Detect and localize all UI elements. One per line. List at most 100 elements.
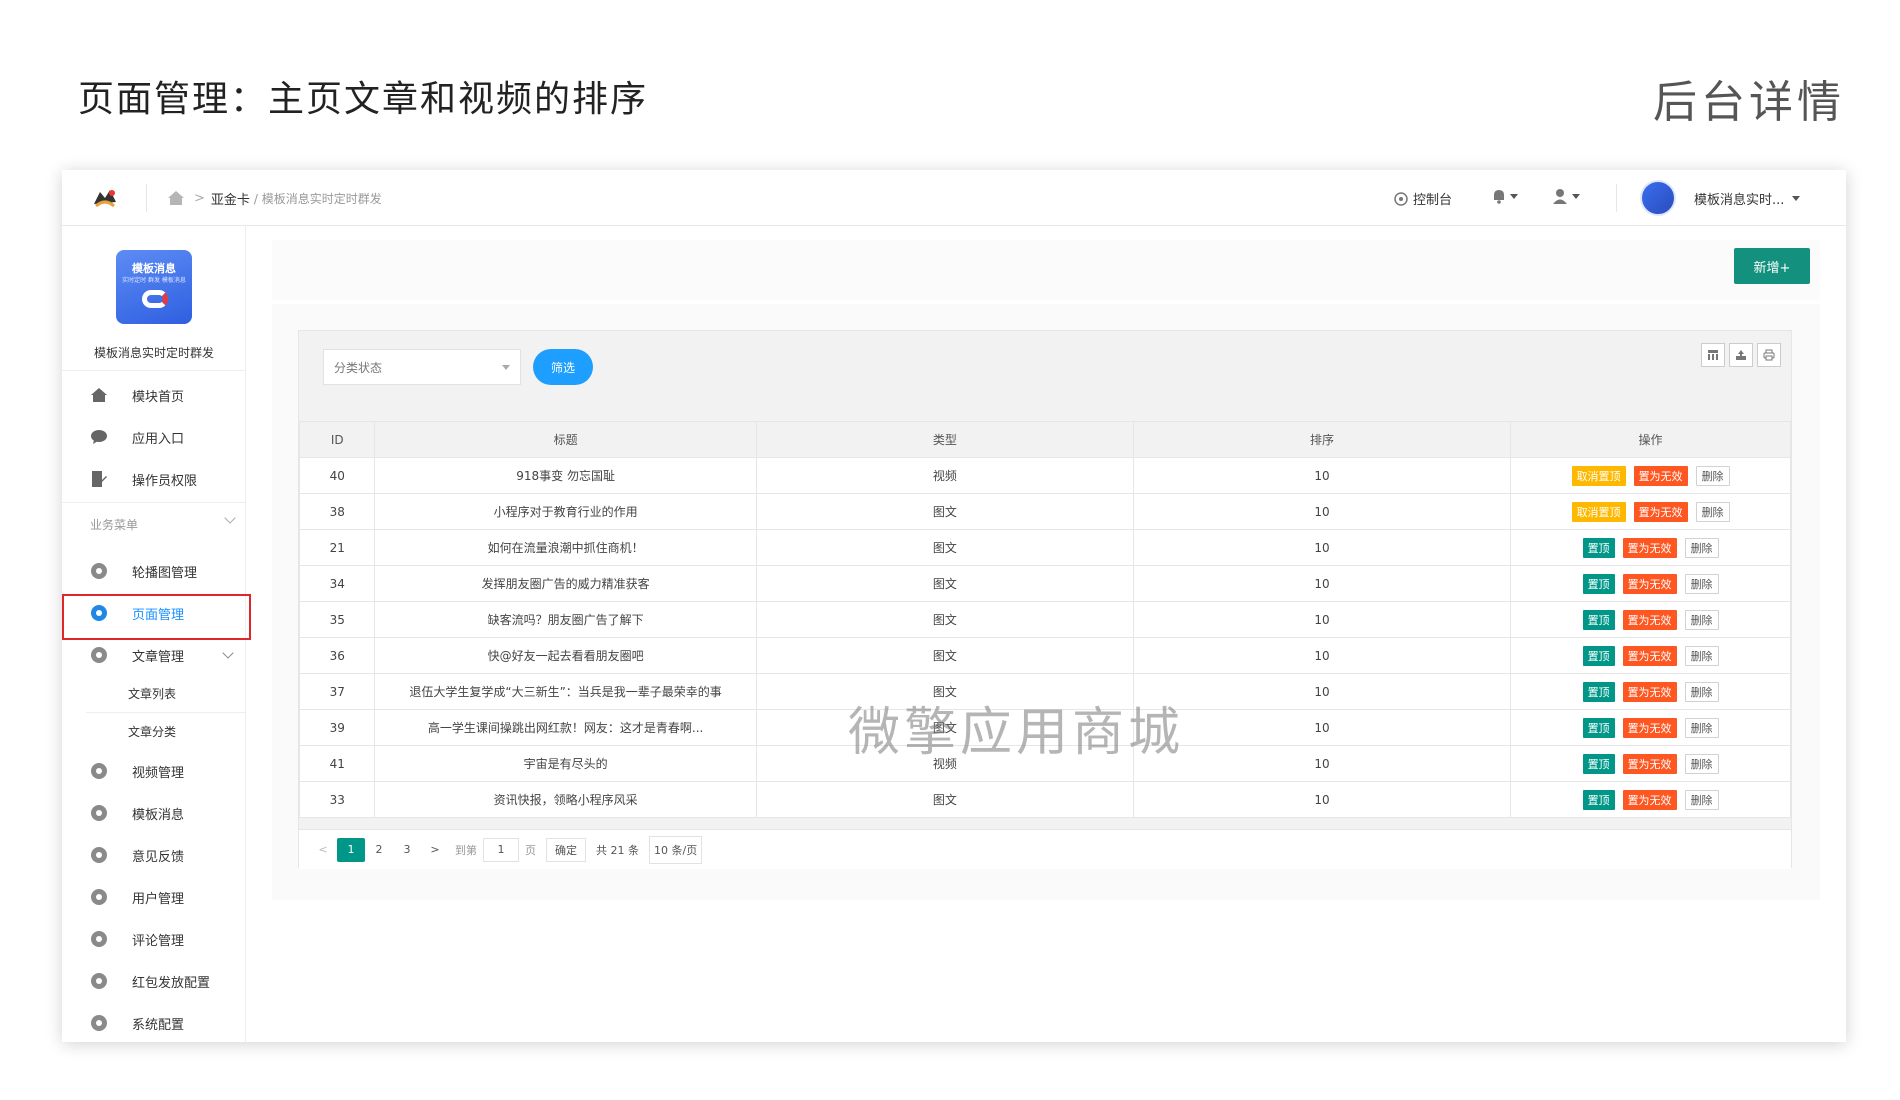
prev-page-button[interactable]: < (309, 838, 337, 862)
sidebar-item-label: 视频管理 (132, 765, 185, 781)
delete-button[interactable]: 删除 (1695, 465, 1730, 486)
sidebar-item-user-management[interactable]: 用户管理 (62, 876, 246, 918)
delete-button[interactable]: 删除 (1684, 609, 1719, 630)
home-icon[interactable] (166, 188, 186, 208)
set-invalid-button[interactable]: 置为无效 (1622, 537, 1677, 558)
doc-edit-icon (90, 470, 108, 488)
unpin-button[interactable]: 取消置顶 (1571, 501, 1626, 522)
set-invalid-button[interactable]: 置为无效 (1622, 609, 1677, 630)
console-link[interactable]: 控制台 (1394, 189, 1452, 208)
sidebar-item-carousel[interactable]: 轮播图管理 (62, 550, 246, 592)
sidebar-item-article-management[interactable]: 文章管理 (62, 634, 246, 676)
cell-id: 40 (298, 457, 376, 494)
set-invalid-button[interactable]: 置为无效 (1622, 753, 1677, 774)
page-size-select[interactable]: 10 条/页 (649, 835, 703, 864)
notification-menu[interactable] (1492, 188, 1518, 204)
export-icon[interactable] (1729, 343, 1753, 367)
goto-page-input[interactable]: 1 (483, 837, 519, 862)
delete-button[interactable]: 删除 (1684, 573, 1719, 594)
unpin-button[interactable]: 取消置顶 (1571, 465, 1626, 486)
cell-type: 图文 (755, 601, 1134, 638)
column-header[interactable]: 类型 (755, 421, 1134, 458)
sidebar-item-feedback[interactable]: 意见反馈 (62, 834, 246, 876)
account-name: 模板消息实时... (1694, 193, 1785, 208)
cell-actions: 置顶 置为无效 删除 (1510, 781, 1791, 818)
set-invalid-button[interactable]: 置为无效 (1622, 681, 1677, 702)
column-header[interactable]: ID (298, 421, 376, 458)
pin-button[interactable]: 置顶 (1582, 573, 1615, 594)
chevron-down-icon (502, 365, 510, 370)
set-invalid-button[interactable]: 置为无效 (1622, 717, 1677, 738)
sidebar-item-video-management[interactable]: 视频管理 (62, 750, 246, 792)
sidebar-item-label: 系统配置 (132, 1017, 185, 1033)
sidebar-item-template-message[interactable]: 模板消息 (62, 792, 246, 834)
page-button-1[interactable]: 1 (337, 837, 365, 862)
pin-button[interactable]: 置顶 (1582, 789, 1615, 810)
sidebar-item-system-config[interactable]: 系统配置 (62, 1002, 246, 1042)
table-header-row: ID 标题 类型 排序 操作 (298, 421, 1791, 458)
avatar[interactable] (1640, 180, 1676, 216)
delete-button[interactable]: 删除 (1684, 753, 1719, 774)
app-icon-subtitle: 实时定时 群发 模板消息 (122, 277, 186, 284)
breadcrumb-main[interactable]: 亚金卡 (211, 189, 250, 208)
chevron-down-icon (1572, 193, 1580, 199)
delete-button[interactable]: 删除 (1684, 717, 1719, 738)
sidebar-item-operator-permissions[interactable]: 操作员权限 (62, 458, 246, 500)
sidebar-item-red-packet-config[interactable]: 红包发放配置 (62, 960, 246, 1002)
user-menu[interactable] (1552, 188, 1580, 204)
sidebar-item-article-list[interactable]: 文章列表 (62, 672, 246, 714)
cell-type: 视频 (755, 745, 1134, 782)
set-invalid-button[interactable]: 置为无效 (1633, 501, 1688, 522)
filter-button[interactable]: 筛选 (533, 349, 593, 385)
set-invalid-button[interactable]: 置为无效 (1622, 645, 1677, 666)
cell-title: 资讯快报，领略小程序风采 (374, 781, 757, 818)
confirm-button[interactable]: 确定 (546, 837, 586, 862)
pin-button[interactable]: 置顶 (1582, 609, 1615, 630)
account-menu[interactable]: 模板消息实时... (1694, 189, 1801, 208)
set-invalid-button[interactable]: 置为无效 (1622, 573, 1677, 594)
cell-sort: 10 (1132, 457, 1512, 494)
page-button-3[interactable]: 3 (393, 838, 421, 862)
sidebar-item-label: 操作员权限 (132, 473, 198, 489)
pin-button[interactable]: 置顶 (1582, 681, 1615, 702)
category-status-select[interactable]: 分类状态 (323, 349, 521, 385)
column-header[interactable]: 标题 (374, 421, 757, 458)
delete-button[interactable]: 删除 (1695, 501, 1730, 522)
column-header[interactable]: 操作 (1510, 421, 1791, 458)
goto-label: 到第 (455, 843, 477, 857)
delete-button[interactable]: 删除 (1684, 537, 1719, 558)
page-button-2[interactable]: 2 (365, 838, 393, 862)
logo-icon[interactable] (90, 184, 120, 212)
breadcrumb: > 亚金卡 / 模板消息实时定时群发 (194, 189, 382, 208)
sidebar-item-comment-management[interactable]: 评论管理 (62, 918, 246, 960)
chevron-down-icon (222, 647, 234, 659)
column-header[interactable]: 排序 (1132, 421, 1512, 458)
chevron-down-icon[interactable] (224, 512, 236, 524)
sidebar-item-module-home[interactable]: 模块首页 (62, 374, 246, 416)
add-button[interactable]: 新增+ (1734, 248, 1810, 284)
sidebar-item-label: 文章管理 (132, 649, 185, 665)
content-card: 分类状态 筛选 ID 标题 类型 排序 操作 40 918事变 勿忘国耻 视频 … (272, 304, 1820, 900)
highlight-box (62, 594, 251, 640)
delete-button[interactable]: 删除 (1684, 645, 1719, 666)
delete-button[interactable]: 删除 (1684, 789, 1719, 810)
set-invalid-button[interactable]: 置为无效 (1622, 789, 1677, 810)
cell-title: 快@好友一起去看看朋友圈吧 (374, 637, 757, 674)
columns-icon[interactable] (1701, 343, 1725, 367)
print-icon[interactable] (1757, 343, 1781, 367)
cell-actions: 置顶 置为无效 删除 (1510, 601, 1791, 638)
home-icon (90, 386, 108, 404)
set-invalid-button[interactable]: 置为无效 (1633, 465, 1688, 486)
sidebar-item-app-entry[interactable]: 应用入口 (62, 416, 246, 458)
sidebar-item-label: 模板消息 (132, 807, 185, 823)
pin-button[interactable]: 置顶 (1582, 753, 1615, 774)
delete-button[interactable]: 删除 (1684, 681, 1719, 702)
cell-type: 视频 (755, 457, 1134, 494)
pin-button[interactable]: 置顶 (1582, 645, 1615, 666)
sidebar-item-article-category[interactable]: 文章分类 (62, 710, 246, 752)
pin-button[interactable]: 置顶 (1582, 537, 1615, 558)
pin-button[interactable]: 置顶 (1582, 717, 1615, 738)
next-page-button[interactable]: > (421, 838, 449, 862)
sidebar-item-label: 意见反馈 (132, 849, 185, 865)
cell-id: 39 (298, 709, 376, 746)
